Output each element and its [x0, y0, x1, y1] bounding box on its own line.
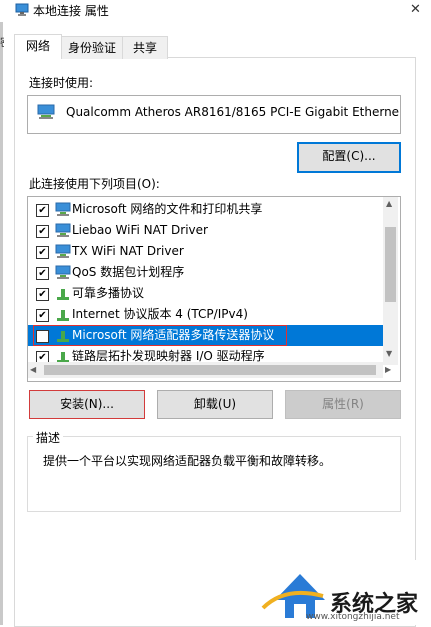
scroll-thumb[interactable]: [44, 365, 376, 375]
highlight-box: [33, 325, 287, 346]
list-item[interactable]: ✔ Internet 协议版本 4 (TCP/IPv4): [28, 304, 385, 325]
description-group: [27, 436, 401, 512]
network-client-icon: [55, 223, 71, 237]
adapter-field: Qualcomm Atheros AR8161/8165 PCI-E Gigab…: [27, 95, 401, 134]
network-client-icon: [55, 244, 71, 258]
network-client-icon: [55, 265, 71, 279]
description-title: 描述: [33, 429, 64, 446]
description-text: 提供一个平台以实现网络适配器负载平衡和故障转移。: [43, 454, 332, 468]
tab-sharing[interactable]: 共享: [122, 36, 168, 59]
network-connection-icon: [15, 3, 29, 16]
list-item[interactable]: ✔ Microsoft 网络的文件和打印机共享: [28, 199, 385, 220]
background-window-fragment: 密: [0, 34, 4, 50]
close-icon: ✕: [410, 2, 421, 17]
scroll-right-icon[interactable]: ▶: [385, 365, 391, 374]
list-item[interactable]: ✔ QoS 数据包计划程序: [28, 262, 385, 283]
scroll-left-icon[interactable]: ◀: [30, 365, 36, 374]
scroll-thumb[interactable]: [385, 227, 396, 302]
window-edge: [0, 22, 3, 625]
close-button[interactable]: ✕: [400, 0, 431, 22]
item-checkbox[interactable]: ✔: [36, 267, 49, 280]
horizontal-scrollbar[interactable]: ◀ ▶: [28, 362, 391, 378]
list-item[interactable]: ✔ TX WiFi NAT Driver: [28, 241, 385, 262]
network-adapter-icon: [37, 104, 55, 119]
network-client-icon: [55, 202, 71, 216]
item-checkbox[interactable]: ✔: [36, 204, 49, 217]
vertical-scrollbar[interactable]: ▲ ▼: [383, 197, 398, 365]
scroll-up-icon[interactable]: ▲: [386, 199, 392, 208]
watermark-url: www.xitongzhijia.net: [306, 612, 400, 622]
components-list[interactable]: ✔ Microsoft 网络的文件和打印机共享 ✔ Liebao WiFi NA…: [27, 196, 401, 382]
list-item[interactable]: ✔ 可靠多播协议: [28, 283, 385, 304]
uninstall-button[interactable]: 卸载(U): [157, 390, 273, 419]
item-checkbox[interactable]: ✔: [36, 288, 49, 301]
item-checkbox[interactable]: ✔: [36, 246, 49, 259]
protocol-icon: [57, 289, 69, 300]
configure-button[interactable]: 配置(C)...: [297, 142, 401, 173]
properties-button[interactable]: 属性(R): [285, 390, 401, 419]
item-checkbox[interactable]: ✔: [36, 225, 49, 238]
install-button[interactable]: 安装(N)...: [29, 390, 145, 419]
items-label: 此连接使用下列项目(O):: [29, 177, 160, 191]
list-item[interactable]: ✔ Liebao WiFi NAT Driver: [28, 220, 385, 241]
scroll-down-icon[interactable]: ▼: [386, 349, 392, 358]
adapter-name: Qualcomm Atheros AR8161/8165 PCI-E Gigab…: [66, 105, 400, 119]
tab-authentication[interactable]: 身份验证: [61, 36, 123, 59]
protocol-icon: [57, 310, 69, 321]
tab-network[interactable]: 网络: [14, 34, 62, 59]
connect-using-label: 连接时使用:: [29, 76, 94, 90]
window-title: 本地连接 属性: [33, 4, 109, 18]
item-checkbox[interactable]: ✔: [36, 309, 49, 322]
